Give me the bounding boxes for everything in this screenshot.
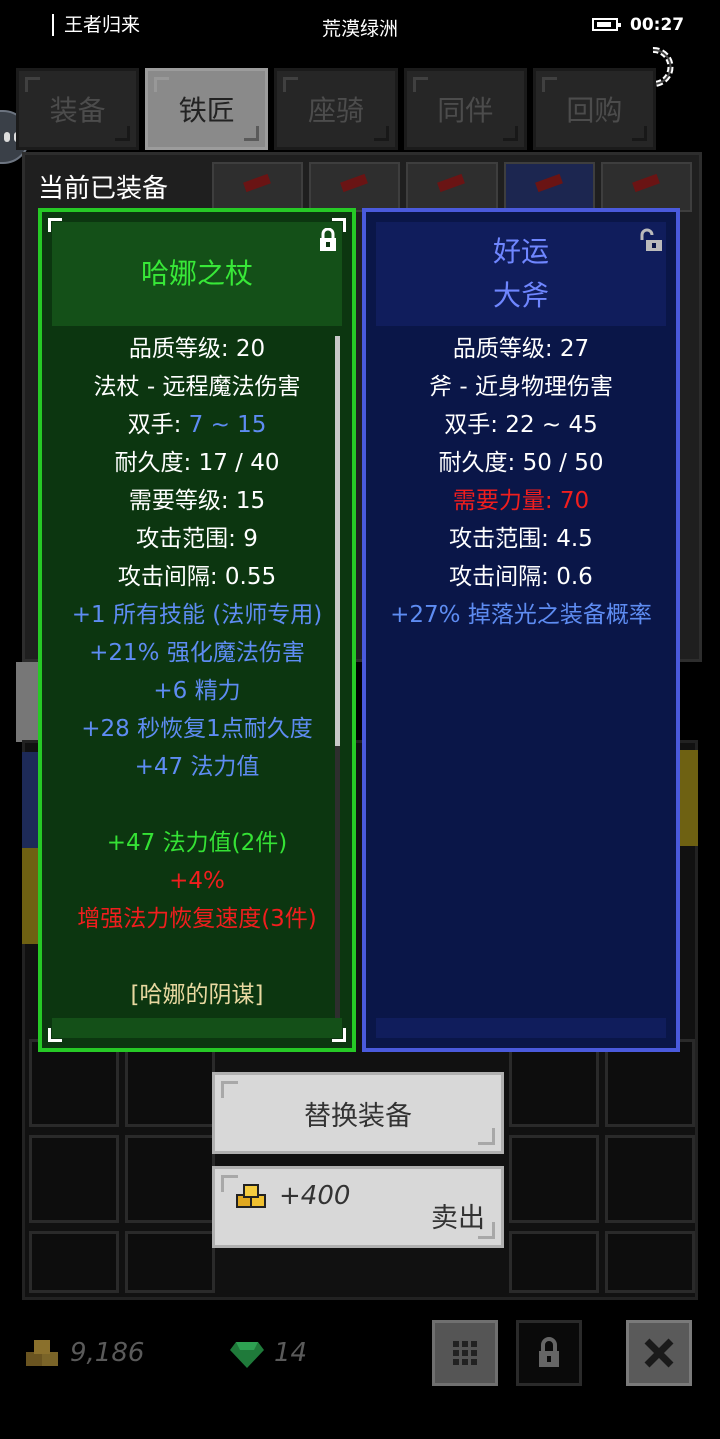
background-item-slot <box>503 162 595 212</box>
tab-equipment[interactable]: 装备 <box>16 68 140 150</box>
damage-line: 双手: 22 ~ 45 <box>444 412 598 438</box>
set-bonus-active: +47 法力值(2件) <box>106 830 288 856</box>
durability: 耐久度: 50 / 50 <box>438 450 604 476</box>
gold-amount: 9,186 <box>70 1338 145 1368</box>
compared-item-name-line1: 好运 <box>492 235 549 268</box>
scrollbar-track[interactable] <box>335 746 340 1018</box>
affix: +6 精力 <box>153 678 241 704</box>
inventory-cell <box>509 1231 599 1293</box>
quality-level: 品质等级: 20 <box>128 336 266 362</box>
equipped-item-name: 哈娜之杖 <box>140 257 253 290</box>
background-item-slot <box>212 162 304 212</box>
inventory-cell <box>605 1039 695 1127</box>
attack-interval: 攻击间隔: 0.55 <box>117 564 277 590</box>
sell-label: 卖出 <box>431 1203 485 1234</box>
durability: 耐久度: 17 / 40 <box>114 450 280 476</box>
affix: +28 秒恢复1点耐久度 <box>81 716 313 742</box>
compared-item-card: 好运 大斧 品质等级: 27 斧 - 近身物理伤害 双手: 22 ~ 45 耐久… <box>362 208 680 1052</box>
tab-mount[interactable]: 座骑 <box>274 68 398 150</box>
damage-value: 7 ~ 15 <box>188 412 267 438</box>
clock-time: 00:27 <box>630 15 685 35</box>
card-footer <box>52 1018 342 1038</box>
affix: +47 法力值 <box>134 754 260 780</box>
affix: +27% 掉落光之装备概率 <box>390 602 652 628</box>
compared-item-stats: 品质等级: 27 斧 - 近身物理伤害 双手: 22 ~ 45 耐久度: 50 … <box>376 330 666 634</box>
tab-companion[interactable]: 同伴 <box>403 68 527 150</box>
inventory-cell <box>29 1039 119 1127</box>
quality-level: 品质等级: 27 <box>452 336 590 362</box>
background-slot <box>680 750 698 846</box>
gold-coin-icon <box>236 1184 266 1208</box>
sell-button[interactable]: +400 卖出 <box>212 1166 504 1248</box>
card-footer <box>376 1018 666 1038</box>
attack-range: 攻击范围: 9 <box>136 526 258 552</box>
inventory-cell <box>125 1231 215 1293</box>
required-level: 需要等级: 15 <box>128 488 266 514</box>
attack-interval: 攻击间隔: 0.6 <box>449 564 593 590</box>
item-header: 好运 大斧 <box>376 222 666 326</box>
inventory-cell <box>509 1039 599 1127</box>
close-icon <box>644 1338 674 1368</box>
gem-icon <box>230 1342 264 1368</box>
set-bonus-inactive: +4% <box>169 868 225 894</box>
tab-buyback[interactable]: 回购 <box>532 68 657 150</box>
inventory-cell <box>29 1135 119 1223</box>
equipped-item-card: 哈娜之杖 品质等级: 20 法杖 - 远程魔法伤害 双手: 7 ~ 15 耐久度… <box>38 208 356 1052</box>
grid-view-button[interactable] <box>432 1320 498 1386</box>
set-name: [哈娜的阴谋] <box>130 982 264 1008</box>
inventory-cell <box>605 1135 695 1223</box>
attack-range: 攻击范围: 4.5 <box>449 526 593 552</box>
inventory-cell <box>29 1231 119 1293</box>
background-item-slot <box>309 162 401 212</box>
gem-amount: 14 <box>274 1338 308 1368</box>
damage-line: 双手: 7 ~ 15 <box>52 406 342 444</box>
set-bonus-inactive: 增强法力恢复速度(3件) <box>77 906 317 932</box>
inventory-cell <box>605 1231 695 1293</box>
tab-bar: 装备 铁匠 座骑 同伴 回购 <box>16 68 657 150</box>
lock-icon <box>539 1337 559 1367</box>
gold-coin-icon <box>26 1340 58 1366</box>
damage-label: 双手: <box>127 412 189 438</box>
weapon-type: 法杖 - 远程魔法伤害 <box>93 374 301 400</box>
scrollbar-thumb[interactable] <box>335 336 340 746</box>
weapon-type: 斧 - 近身物理伤害 <box>429 374 613 400</box>
lock-button[interactable] <box>516 1320 582 1386</box>
close-button[interactable] <box>626 1320 692 1386</box>
sell-price: +400 <box>279 1181 351 1211</box>
required-strength: 需要力量: 70 <box>452 488 590 514</box>
background-item-slot <box>600 162 693 212</box>
status-bar: 王者归来 荒漠绿洲 00:27 <box>0 0 720 56</box>
grid-icon <box>453 1341 477 1365</box>
background-slot <box>16 662 38 742</box>
affix: +1 所有技能 (法师专用) <box>71 602 323 628</box>
replace-equipment-button[interactable]: 替换装备 <box>212 1072 504 1154</box>
inventory-cell <box>125 1039 215 1127</box>
affix: +21% 强化魔法伤害 <box>89 640 305 666</box>
compared-item-name-line2: 大斧 <box>492 279 549 312</box>
tab-blacksmith[interactable]: 铁匠 <box>145 68 269 150</box>
background-item-row <box>212 162 693 212</box>
battery-icon <box>592 18 621 31</box>
bottom-bar: 9,186 14 <box>0 1300 720 1439</box>
inventory-cell <box>509 1135 599 1223</box>
unlock-icon[interactable] <box>640 228 664 252</box>
lock-icon[interactable] <box>316 228 340 252</box>
background-item-slot <box>406 162 498 212</box>
item-header: 哈娜之杖 <box>52 222 342 326</box>
inventory-cell <box>125 1135 215 1223</box>
equipped-item-stats: 品质等级: 20 法杖 - 远程魔法伤害 双手: 7 ~ 15 耐久度: 17 … <box>52 330 342 1014</box>
equipped-title: 当前已装备 <box>38 174 169 204</box>
